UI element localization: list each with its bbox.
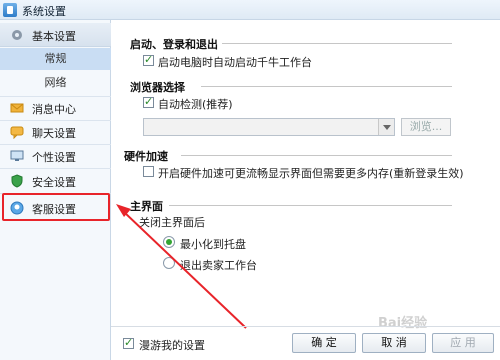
auto-start-label: 启动电脑时自动启动千牛工作台 — [158, 56, 312, 69]
hardware-accel-label: 开启硬件加速可更流畅显示界面但需要更多内存(重新登录生效) — [158, 167, 464, 180]
roam-settings-checkbox[interactable] — [123, 336, 134, 349]
sidebar-item-label: 个性设置 — [32, 151, 76, 164]
browse-button[interactable]: 浏览... — [401, 118, 451, 136]
minimize-to-tray-label: 最小化到托盘 — [180, 238, 246, 251]
sidebar-item-label: 基本设置 — [32, 30, 76, 43]
auto-detect-label: 自动检测(推荐) — [158, 98, 233, 111]
ok-button[interactable]: 确 定 — [292, 333, 356, 353]
sidebar: 基本设置 常规 网络 消息中心 聊天设置 个性设置 安全设置 客服设置 — [0, 20, 111, 360]
highlight-annotation-box — [2, 193, 110, 221]
section-title-hardware: 硬件加速 — [124, 150, 168, 163]
shield-icon — [10, 174, 24, 188]
chat-bubble-icon — [10, 125, 24, 140]
gear-icon — [10, 28, 24, 42]
apply-button[interactable]: 应 用 — [432, 333, 494, 353]
watermark-logo: Bai经验 — [378, 316, 428, 331]
sidebar-subitem-network[interactable]: 网络 — [0, 72, 111, 94]
close-main-ui-label: 关闭主界面后 — [139, 216, 205, 229]
sidebar-item-chat-settings[interactable]: 聊天设置 — [0, 120, 111, 144]
minimize-to-tray-radio[interactable] — [163, 236, 175, 248]
hardware-accel-checkbox[interactable] — [143, 166, 154, 177]
auto-start-checkbox[interactable] — [143, 53, 154, 66]
sidebar-item-message-center[interactable]: 消息中心 — [0, 96, 111, 120]
section-divider — [222, 43, 452, 44]
exit-workbench-label: 退出卖家工作台 — [180, 259, 257, 272]
cancel-button[interactable]: 取 消 — [362, 333, 426, 353]
footer-divider — [111, 326, 500, 327]
sidebar-item-security-settings[interactable]: 安全设置 — [0, 169, 111, 193]
exit-workbench-radio[interactable] — [163, 257, 175, 269]
envelope-icon — [10, 101, 24, 115]
section-title-main-ui: 主界面 — [130, 200, 163, 213]
sidebar-item-label: 消息中心 — [32, 103, 76, 116]
section-title-browser: 浏览器选择 — [130, 81, 185, 94]
roam-settings-label: 漫游我的设置 — [139, 339, 205, 352]
chevron-down-icon[interactable] — [378, 119, 394, 135]
window-title: 系统设置 — [22, 5, 66, 18]
sidebar-subitem-general[interactable]: 常规 — [0, 48, 111, 70]
sidebar-item-label: 安全设置 — [32, 176, 76, 189]
section-divider — [201, 86, 452, 87]
section-divider — [169, 205, 452, 206]
section-title-startup: 启动、登录和退出 — [130, 38, 218, 51]
sidebar-item-personal-settings[interactable]: 个性设置 — [0, 144, 111, 168]
browser-select[interactable] — [143, 118, 395, 136]
sidebar-item-label: 聊天设置 — [32, 127, 76, 140]
auto-detect-checkbox[interactable] — [143, 95, 154, 108]
sidebar-item-basic-settings[interactable]: 基本设置 — [0, 23, 111, 47]
title-bar: 系统设置 — [0, 0, 500, 20]
section-divider — [181, 155, 452, 156]
monitor-icon — [10, 149, 24, 163]
app-icon — [3, 3, 17, 17]
